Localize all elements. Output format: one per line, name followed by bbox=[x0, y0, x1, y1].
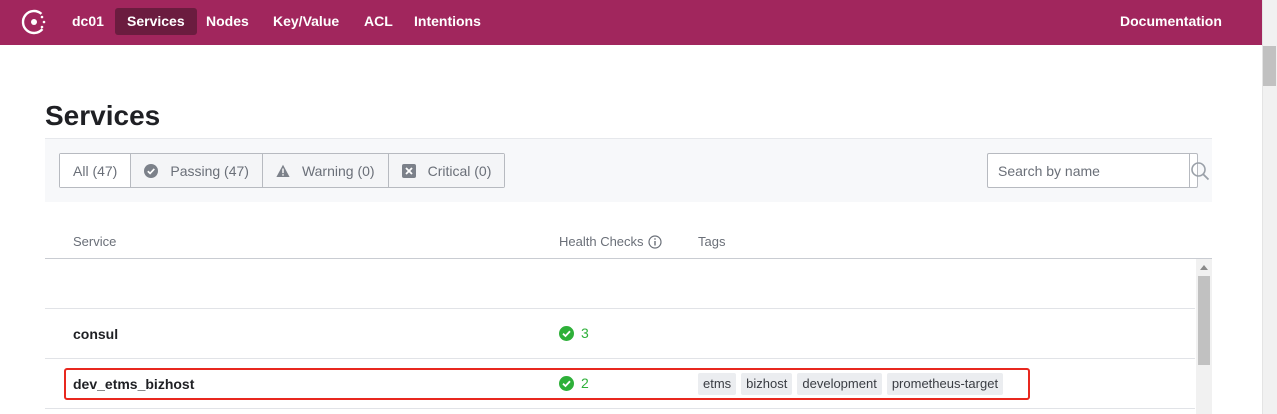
datacenter-selector[interactable]: dc01 bbox=[60, 8, 116, 35]
check-circle-icon bbox=[144, 163, 159, 178]
health-count: 3 bbox=[581, 325, 589, 341]
service-tags: etms bizhost development prometheus-targ… bbox=[698, 373, 1004, 395]
nav-nodes[interactable]: Nodes bbox=[194, 8, 261, 35]
service-name[interactable]: dev_etms_bizhost bbox=[73, 376, 194, 392]
search-input[interactable] bbox=[988, 154, 1189, 187]
health-checks: 3 bbox=[559, 325, 589, 341]
filter-warning[interactable]: Warning (0) bbox=[262, 154, 389, 187]
filter-passing-label: Passing (47) bbox=[170, 162, 249, 179]
top-nav: dc01 Services Nodes Key/Value ACL Intent… bbox=[0, 0, 1262, 45]
filter-warning-label: Warning (0) bbox=[301, 162, 375, 179]
health-filter-group: All (47) Passing (47) Warning (0) Critic… bbox=[59, 153, 506, 188]
nav-intentions[interactable]: Intentions bbox=[402, 8, 493, 35]
nav-acl[interactable]: ACL bbox=[352, 8, 405, 35]
filter-all[interactable]: All (47) bbox=[60, 154, 132, 187]
tag: prometheus-target bbox=[886, 373, 1004, 395]
search-button[interactable] bbox=[1189, 154, 1210, 187]
column-header-health-label: Health Checks bbox=[559, 234, 644, 249]
critical-x-icon bbox=[401, 163, 416, 178]
service-name[interactable]: consul bbox=[73, 326, 118, 342]
passing-check-icon bbox=[559, 325, 574, 341]
filter-bar: All (47) Passing (47) Warning (0) Critic… bbox=[45, 138, 1212, 202]
filter-all-label: All (47) bbox=[73, 162, 118, 179]
table-scrollbar[interactable] bbox=[1196, 259, 1212, 414]
tag: etms bbox=[698, 373, 737, 395]
warning-triangle-icon bbox=[276, 164, 290, 177]
passing-check-icon bbox=[559, 375, 574, 391]
info-icon[interactable] bbox=[647, 234, 662, 249]
consul-logo-icon[interactable] bbox=[20, 8, 48, 36]
filter-critical[interactable]: Critical (0) bbox=[388, 154, 505, 187]
column-header-health[interactable]: Health Checks bbox=[559, 234, 662, 249]
nav-documentation[interactable]: Documentation bbox=[1108, 8, 1234, 35]
tag: development bbox=[797, 373, 882, 395]
table-row[interactable] bbox=[45, 259, 1195, 309]
column-header-tags[interactable]: Tags bbox=[698, 234, 725, 249]
search-icon bbox=[1191, 161, 1210, 180]
scroll-up-arrow-icon[interactable] bbox=[1196, 259, 1212, 275]
search-box bbox=[987, 153, 1210, 188]
health-checks: 2 bbox=[559, 375, 589, 391]
table-scrollbar-thumb[interactable] bbox=[1198, 276, 1210, 365]
page-scrollbar-thumb[interactable] bbox=[1263, 46, 1276, 86]
nav-services[interactable]: Services bbox=[115, 8, 197, 35]
column-header-service[interactable]: Service bbox=[73, 234, 116, 249]
filter-passing[interactable]: Passing (47) bbox=[131, 154, 263, 187]
health-count: 2 bbox=[581, 375, 589, 391]
tag: bizhost bbox=[741, 373, 793, 395]
table-row[interactable]: consul 3 bbox=[45, 309, 1195, 359]
filter-critical-label: Critical (0) bbox=[427, 162, 492, 179]
table-row[interactable]: dev_etms_bizhost 2 etms bizhost developm… bbox=[45, 359, 1195, 409]
nav-key-value[interactable]: Key/Value bbox=[261, 8, 351, 35]
page-title: Services bbox=[45, 100, 161, 131]
